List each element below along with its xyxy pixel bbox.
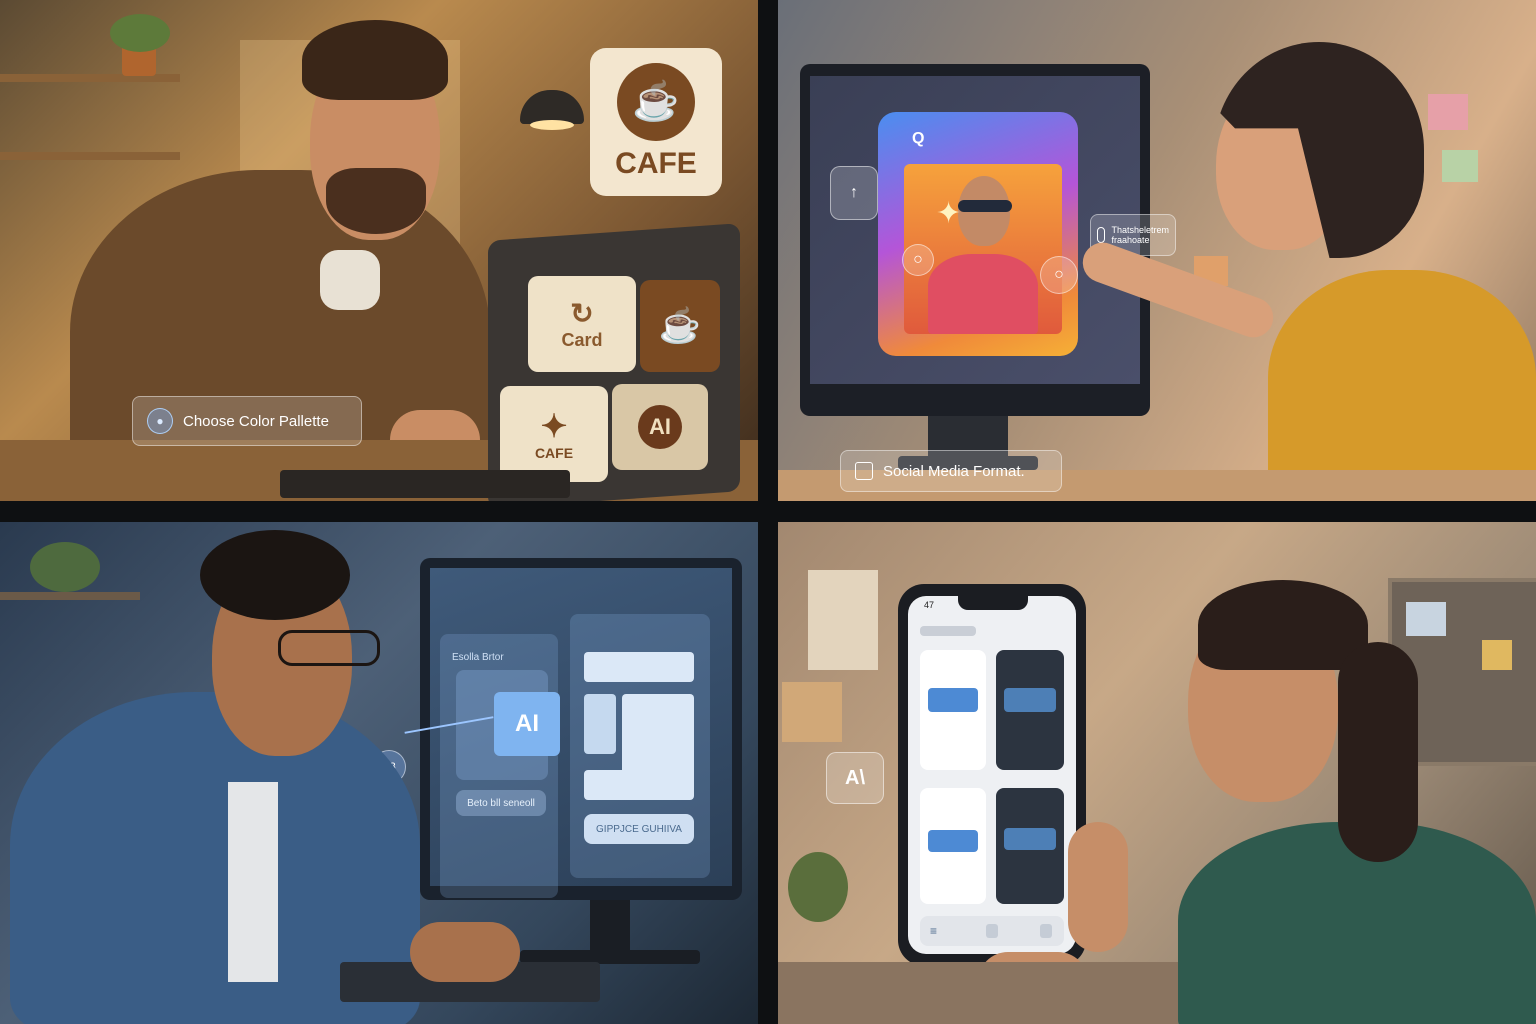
tile-coffee[interactable]: ☕ [640, 280, 720, 372]
laptop-keyboard [280, 470, 570, 498]
man-hair [302, 20, 448, 100]
node-right-icon[interactable]: ○ [1040, 256, 1078, 294]
plant-leaves [110, 14, 170, 52]
tile-ai-label: AI [638, 405, 682, 449]
wall-shelf-bottom [0, 152, 180, 160]
plant [30, 542, 100, 592]
wall-notes [1428, 94, 1468, 130]
palette-icon: ● [147, 408, 173, 434]
chip-label: Choose Color Pallette [183, 412, 329, 430]
board-note-2 [1482, 640, 1512, 670]
tile-card[interactable]: ↻ Card [528, 276, 636, 372]
light-card-1-bar [928, 688, 978, 712]
format-icon [855, 462, 873, 480]
panel-woman-phone: A\ 47 ≡ [778, 522, 1536, 1024]
phone-header-bar [920, 626, 976, 636]
panel-man-laptop: ↻ Card ☕ ✦ CAFE AI ☕ CAFE ● Choose Color… [0, 0, 758, 501]
four-panel-grid: ↻ Card ☕ ✦ CAFE AI ☕ CAFE ● Choose Color… [0, 0, 1536, 1024]
chip-label: Social Media Format. [883, 462, 1025, 480]
upload-icon[interactable]: ↑ [830, 166, 878, 220]
woman-shirt [1268, 270, 1536, 501]
content-bar-4 [584, 770, 694, 800]
cafe-logo-card: ☕ CAFE [590, 48, 722, 196]
wall-poster-2 [782, 682, 842, 742]
content-bar-2 [584, 694, 616, 754]
tile-cafe-star[interactable]: ✦ CAFE [500, 386, 608, 482]
woman-hair [1198, 580, 1368, 670]
phone-time: 47 [924, 600, 935, 610]
left-action-button[interactable]: Beto bll seneoll [456, 790, 546, 816]
content-bar-3 [622, 694, 694, 780]
man-tshirt [228, 782, 278, 982]
card-swirl-icon: ↻ [570, 298, 594, 329]
ai-badge[interactable]: A\ [826, 752, 884, 804]
monitor-stand [590, 900, 630, 954]
node-left-icon[interactable]: ○ [902, 244, 934, 276]
lamp-glow [530, 120, 574, 130]
cafe-logo-text: CAFE [615, 147, 697, 180]
panel-woman-monitor: Q ✦ ↑ ○ ○ Thatsheletrem fraahoate Social… [778, 0, 1536, 501]
cafe-cup-icon: ☕ [617, 63, 695, 141]
dark-card-1-bar [1004, 688, 1056, 712]
tab-icon-2[interactable] [1040, 924, 1052, 938]
coffee-cup-icon: ☕ [658, 307, 702, 345]
pendant-lamp [520, 90, 584, 124]
instagram-icon [1097, 227, 1106, 243]
wall-poster [808, 570, 878, 670]
panel-man-desktop: Esolla Brtor AI Beto bll seneoll GIPPJCE… [0, 522, 758, 1024]
tile-cafe-label: CAFE [534, 445, 574, 461]
glasses [278, 630, 380, 666]
man-hand [410, 922, 520, 982]
ai-badge-label: A\ [845, 766, 865, 789]
ai-tile-label: AI [515, 710, 539, 737]
man-beard [326, 168, 426, 234]
ai-tile[interactable]: AI [494, 692, 560, 756]
phone-notch [958, 596, 1028, 610]
desk [778, 962, 1178, 1024]
man-tshirt [320, 250, 380, 310]
plant [788, 852, 848, 922]
bookshelf [0, 592, 140, 600]
menu-icon[interactable]: ≡ [930, 924, 937, 938]
panel-header: Esolla Brtor [452, 652, 504, 663]
dark-card-2-bar [1004, 828, 1056, 850]
left-button-label: Beto bll seneoll [467, 797, 535, 809]
choose-color-palette-chip[interactable]: ● Choose Color Pallette [132, 396, 362, 446]
social-media-format-chip[interactable]: Social Media Format. [840, 450, 1062, 492]
light-card-2-bar [928, 830, 978, 852]
tab-icon-1[interactable] [986, 924, 998, 938]
right-button-label: GIPPJCE GUHIIVA [596, 823, 682, 835]
board-note-1 [1406, 602, 1446, 636]
man-curly-hair [200, 530, 350, 620]
wall-note-2 [1442, 150, 1478, 182]
tile-ai[interactable]: AI [612, 384, 708, 470]
photo-shirt [928, 254, 1038, 334]
app-badge: Q [912, 130, 925, 147]
content-bar-1 [584, 652, 694, 682]
woman-ponytail [1338, 642, 1418, 862]
star-icon: ✦ [540, 408, 568, 444]
photo-sunglasses [958, 200, 1012, 212]
tile-card-label: Card [561, 330, 603, 350]
side-label: Thatsheletrem fraahoate [1111, 225, 1169, 245]
woman-hand [1068, 822, 1128, 952]
sparkle-icon: ✦ [936, 197, 962, 230]
right-action-button[interactable]: GIPPJCE GUHIIVA [584, 814, 694, 844]
